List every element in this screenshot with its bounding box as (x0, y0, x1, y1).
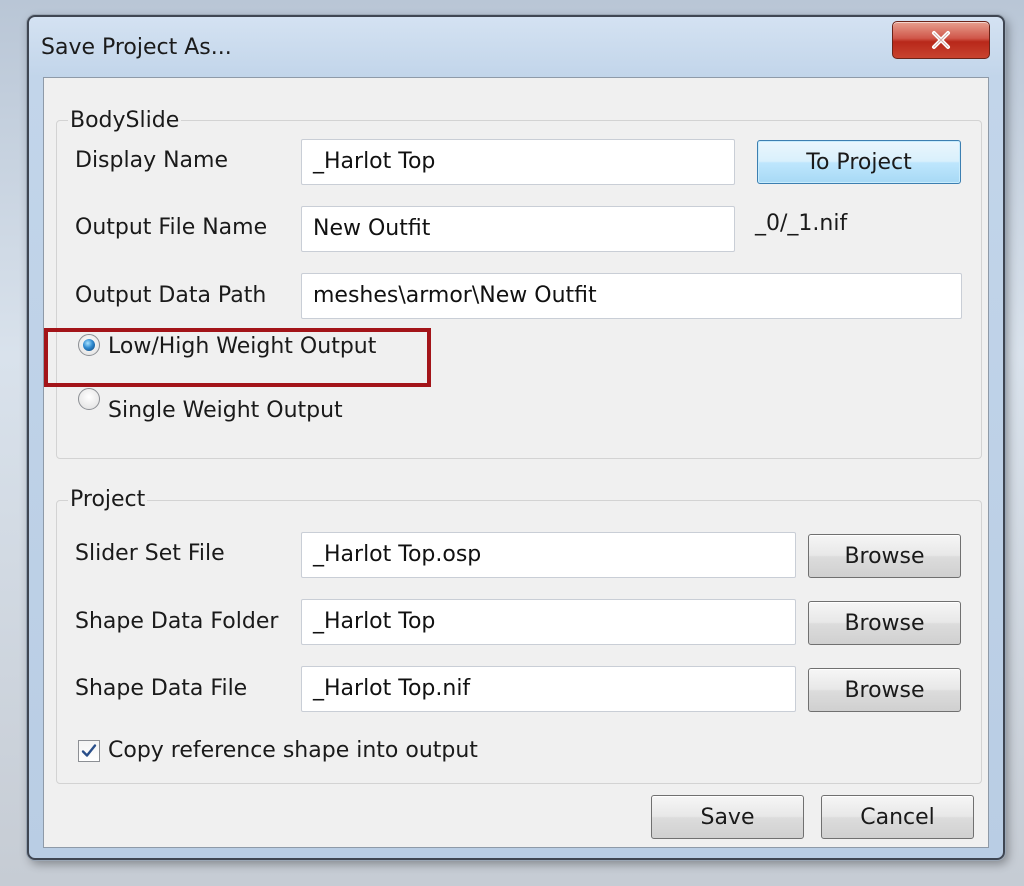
display-name-label: Display Name (75, 148, 228, 173)
save-project-dialog: Save Project As... BodySlide Display Nam… (27, 15, 1005, 860)
output-file-name-label: Output File Name (75, 215, 268, 240)
title-bar[interactable]: Save Project As... (29, 17, 1003, 79)
copy-reference-checkbox[interactable] (78, 740, 100, 762)
shape-data-folder-input[interactable]: _Harlot Top (301, 599, 796, 645)
window-title: Save Project As... (41, 35, 232, 60)
slider-set-file-label: Slider Set File (75, 541, 225, 566)
highlight-annotation-box (44, 328, 431, 387)
to-project-button[interactable]: To Project (757, 140, 961, 184)
bodyslide-group-label: BodySlide (68, 108, 182, 133)
single-weight-radio[interactable] (78, 388, 100, 410)
output-file-name-input[interactable]: New Outfit (301, 206, 735, 252)
shape-data-folder-label: Shape Data Folder (75, 609, 279, 634)
project-group-label: Project (68, 487, 148, 512)
checkmark-icon (81, 744, 97, 757)
close-icon (932, 31, 950, 49)
copy-reference-label[interactable]: Copy reference shape into output (108, 738, 478, 763)
slider-set-browse-button[interactable]: Browse (808, 534, 961, 578)
output-file-suffix: _0/_1.nif (755, 211, 848, 236)
shape-data-file-input[interactable]: _Harlot Top.nif (301, 666, 796, 712)
single-weight-label[interactable]: Single Weight Output (108, 398, 343, 423)
output-data-path-label: Output Data Path (75, 283, 267, 308)
slider-set-file-input[interactable]: _Harlot Top.osp (301, 532, 796, 578)
shape-data-folder-browse-button[interactable]: Browse (808, 601, 961, 645)
shape-data-file-label: Shape Data File (75, 676, 248, 701)
dialog-client-area: BodySlide Display Name _Harlot Top To Pr… (43, 77, 989, 848)
close-button[interactable] (892, 21, 990, 59)
display-name-input[interactable]: _Harlot Top (301, 139, 735, 185)
shape-data-file-browse-button[interactable]: Browse (808, 668, 961, 712)
save-button[interactable]: Save (651, 795, 804, 839)
output-data-path-input[interactable]: meshes\armor\New Outfit (301, 273, 962, 319)
cancel-button[interactable]: Cancel (821, 795, 974, 839)
